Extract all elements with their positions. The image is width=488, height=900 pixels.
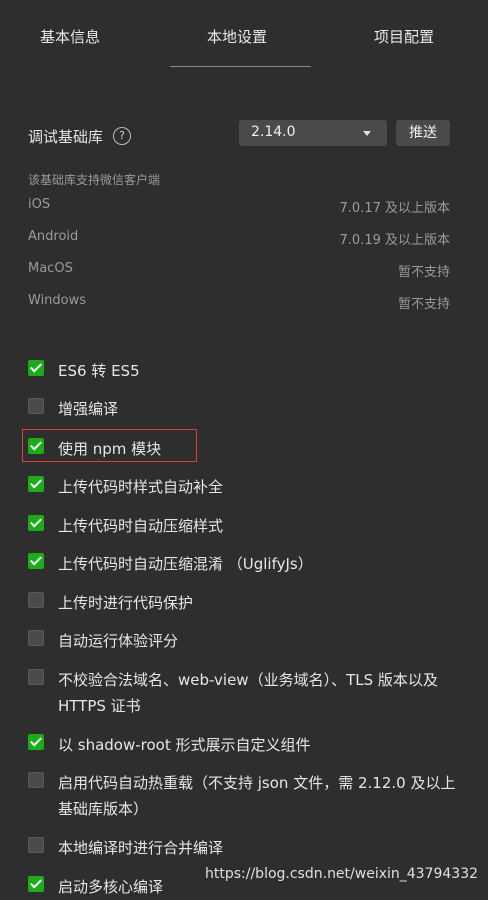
option-label: 启用代码自动热重载（不支持 json 文件，需 2.12.0 及以上基础库版本） [58,774,456,818]
tab-project-config[interactable]: 项目配置 [374,26,434,47]
platform-row: Android 7.0.19 及以上版本 [28,229,450,249]
option-checkbox[interactable] [28,837,44,853]
option-label: 本地编译时进行合并编译 [58,839,224,857]
option-label: 上传时进行代码保护 [58,594,194,612]
watermark: https://blog.csdn.net/weixin_43794332 [205,866,479,882]
base-lib-label: 调试基础库 [28,128,104,146]
question-circle-icon[interactable]: ? [113,127,131,145]
platform-requirement: 暂不支持 [397,265,450,280]
option-label: 自动运行体验评分 [58,632,179,650]
option-checkbox[interactable] [28,476,44,492]
chevron-down-icon [363,131,371,136]
option-checkbox[interactable] [28,592,44,608]
option-checkbox[interactable] [28,553,44,569]
option-label: 增强编译 [58,400,119,418]
platform-row: MacOS 暂不支持 [28,261,450,281]
platform-name: Windows [28,293,87,308]
option-checkbox[interactable] [28,669,44,685]
option-label: 上传代码时样式自动补全 [58,478,224,496]
push-button[interactable]: 推送 [396,120,450,146]
option-checkbox[interactable] [28,772,44,788]
highlight-box [22,429,197,462]
option-checkbox[interactable] [28,360,44,376]
platform-requirement: 暂不支持 [397,297,450,312]
option-label: 上传代码时自动压缩混淆 （UglifyJs） [58,555,313,573]
option-checkbox[interactable] [28,515,44,531]
option-label: 以 shadow-root 形式展示自定义组件 [58,736,311,754]
option-label: ES6 转 ES5 [58,362,140,380]
option-checkbox[interactable] [28,398,44,414]
tab-basic-info[interactable]: 基本信息 [40,26,100,47]
option-checkbox[interactable] [28,876,44,892]
platform-row: iOS 7.0.17 及以上版本 [28,197,450,217]
platform-name: Android [28,229,79,244]
option-label: 不校验合法域名、web-view（业务域名）、TLS 版本以及 HTTPS 证书 [58,671,438,715]
platform-name: iOS [28,197,51,212]
support-note: 该基础库支持微信客户端 [28,173,161,187]
platform-requirement: 7.0.19 及以上版本 [339,233,450,248]
platform-name: MacOS [28,261,73,276]
platform-requirement: 7.0.17 及以上版本 [339,201,450,216]
option-label: 上传代码时自动压缩样式 [58,517,224,535]
option-checkbox[interactable] [28,630,44,646]
platform-row: Windows 暂不支持 [28,293,450,313]
base-lib-version-select[interactable]: 2.14.0 [239,120,387,146]
active-tab-indicator [170,66,311,67]
base-lib-version-value: 2.14.0 [251,124,296,140]
option-checkbox[interactable] [28,734,44,750]
tab-local-settings[interactable]: 本地设置 [207,26,267,47]
tab-bar: 基本信息 本地设置 项目配置 [0,0,488,70]
